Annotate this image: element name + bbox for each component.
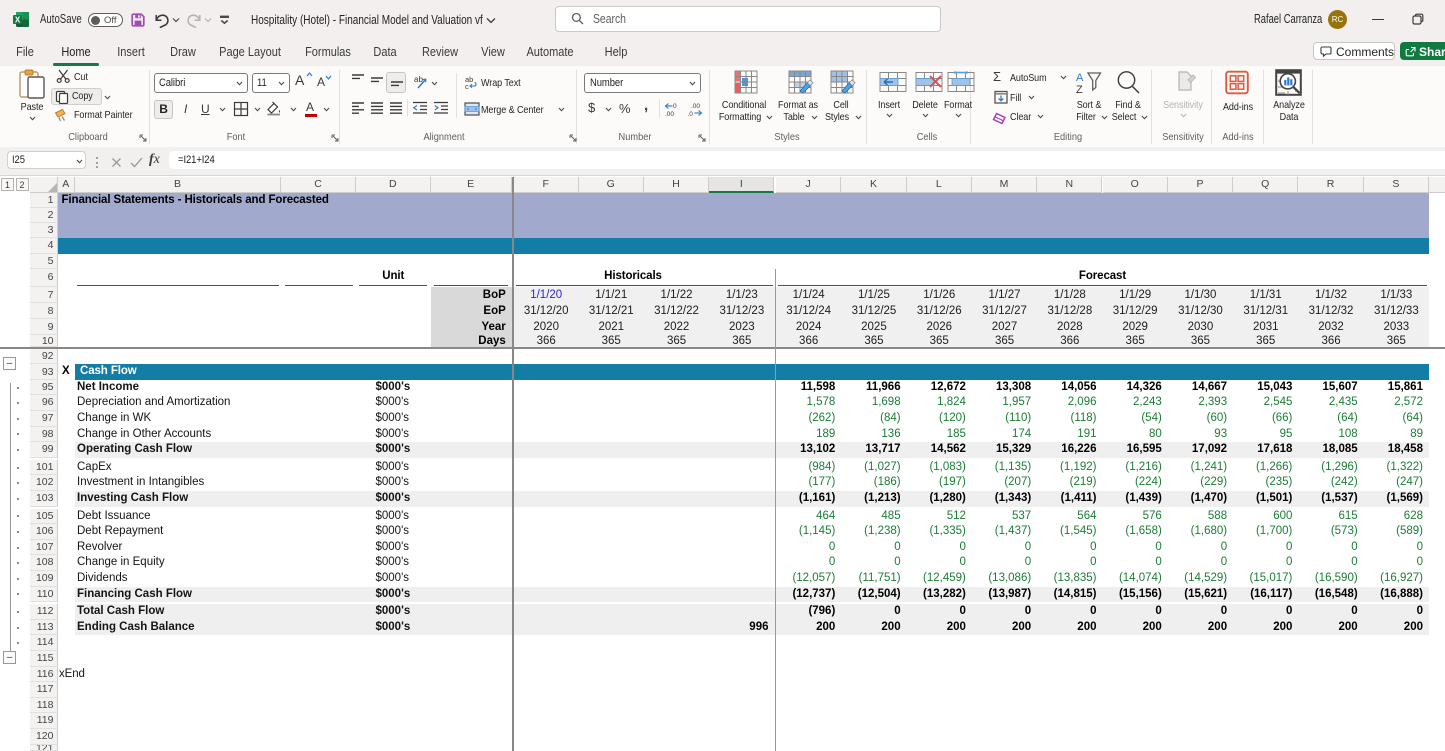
- svg-text:A: A: [1076, 72, 1084, 84]
- svg-text:.00: .00: [691, 103, 700, 110]
- svg-text:X: X: [15, 16, 21, 25]
- svg-text:Z: Z: [1076, 84, 1083, 94]
- svg-text:.0: .0: [688, 111, 694, 117]
- svg-text:c: c: [465, 82, 469, 89]
- svg-text:.00: .00: [665, 111, 674, 117]
- svg-text:0: 0: [673, 103, 677, 110]
